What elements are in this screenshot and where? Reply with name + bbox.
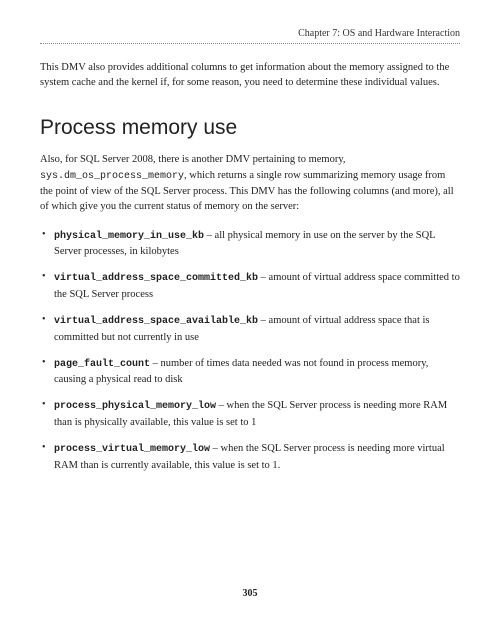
- column-name: process_virtual_memory_low: [54, 444, 210, 455]
- chapter-label: Chapter 7: OS and Hardware Interaction: [298, 28, 460, 39]
- list-item: process_physical_memory_low – when the S…: [40, 398, 460, 430]
- column-name: process_physical_memory_low: [54, 401, 216, 412]
- column-name: virtual_address_space_committed_kb: [54, 273, 258, 284]
- intro-paragraph: This DMV also provides additional column…: [40, 60, 460, 90]
- running-header: Chapter 7: OS and Hardware Interaction: [40, 28, 460, 43]
- header-rule: [40, 43, 460, 44]
- list-item: process_virtual_memory_low – when the SQ…: [40, 441, 460, 473]
- dmv-name-code: sys.dm_os_process_memory: [40, 171, 184, 182]
- column-name: physical_memory_in_use_kb: [54, 231, 204, 242]
- section-paragraph: Also, for SQL Server 2008, there is anot…: [40, 152, 460, 214]
- column-name: virtual_address_space_available_kb: [54, 316, 258, 327]
- list-item: page_fault_count – number of times data …: [40, 356, 460, 388]
- list-item: virtual_address_space_committed_kb – amo…: [40, 270, 460, 302]
- list-item: virtual_address_space_available_kb – amo…: [40, 313, 460, 345]
- page-number: 305: [0, 588, 500, 599]
- para-text-pre: Also, for SQL Server 2008, there is anot…: [40, 154, 346, 165]
- column-name: page_fault_count: [54, 359, 150, 370]
- list-item: physical_memory_in_use_kb – all physical…: [40, 228, 460, 260]
- section-heading: Process memory use: [40, 116, 460, 140]
- column-list: physical_memory_in_use_kb – all physical…: [40, 228, 460, 473]
